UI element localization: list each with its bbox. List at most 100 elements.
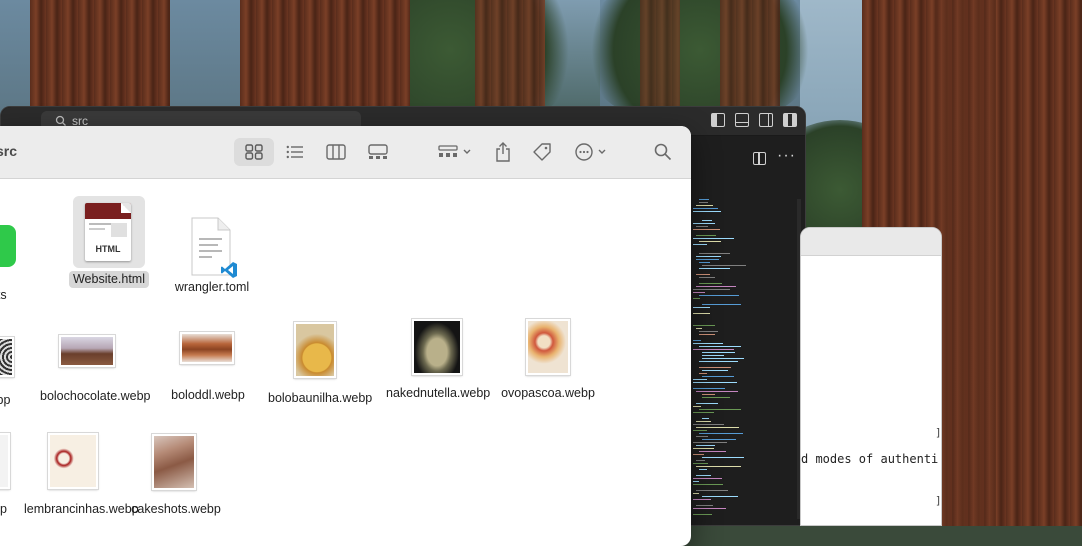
minimap-line [693, 325, 715, 326]
minimap-line [699, 346, 741, 347]
toggle-secondary-sidebar-icon[interactable] [759, 113, 773, 127]
minimap-line [699, 199, 709, 200]
minimap-line [693, 223, 715, 224]
minimap-line [702, 457, 744, 458]
minimap-line [693, 244, 707, 245]
minimap-line [699, 283, 722, 284]
minimap-line [693, 289, 730, 290]
minimap-line [699, 253, 730, 254]
column-view-icon [326, 144, 346, 160]
toggle-panel-icon[interactable] [735, 113, 749, 127]
minimap-line [693, 388, 725, 389]
file-name: boloddl.webp [171, 388, 245, 402]
html-badge: HTML [95, 244, 121, 254]
terminal-body[interactable]: ] d modes of authenti ] [801, 256, 941, 525]
search-button[interactable] [652, 138, 674, 166]
more-actions-button[interactable] [574, 138, 610, 166]
minimap-line [693, 442, 727, 443]
minimap-line [693, 313, 710, 314]
editor-minimap[interactable] [691, 199, 791, 519]
minimap-line [699, 241, 721, 242]
minimap-line [699, 469, 707, 470]
image-thumbnail [59, 335, 115, 367]
gallery-view-button[interactable] [365, 138, 391, 166]
list-view-button[interactable] [282, 138, 308, 166]
minimap-line [693, 514, 712, 515]
minimap-line [693, 463, 708, 464]
bracket-text: ] [935, 494, 942, 507]
minimap-line [696, 391, 738, 392]
image-thumbnail [0, 337, 14, 377]
minimap-line [699, 433, 743, 434]
file-name: op [0, 502, 7, 516]
minimap-line [702, 439, 736, 440]
minimap-line [702, 496, 738, 497]
minimap-line [693, 493, 699, 494]
window-title: src [0, 143, 18, 159]
toggle-primary-sidebar-icon[interactable] [711, 113, 725, 127]
image-thumbnail [48, 433, 98, 489]
minimap-line [699, 373, 707, 374]
minimap-line [696, 436, 708, 437]
minimap-line [693, 349, 734, 350]
terminal-window: ] d modes of authenti ] [800, 227, 942, 526]
minimap-line [699, 268, 730, 269]
minimap-line [696, 274, 710, 275]
icon-view-icon [245, 144, 263, 160]
image-thumbnail [526, 319, 570, 375]
minimap-line [693, 448, 714, 449]
file-name: .ts [0, 288, 7, 302]
share-button[interactable] [493, 138, 513, 166]
image-thumbnail [412, 319, 462, 375]
more-actions-icon[interactable]: ··· [777, 147, 796, 165]
minimap-line [702, 358, 744, 359]
finder-toolbar: src [0, 126, 691, 179]
minimap-line [699, 331, 718, 332]
share-icon [496, 142, 510, 162]
minimap-line [702, 352, 735, 353]
editor-tab-actions: ··· [691, 145, 805, 173]
minimap-line [696, 490, 728, 491]
minimap-line [702, 265, 746, 266]
minimap-line [693, 424, 724, 425]
minimap-line [693, 499, 711, 500]
app-icon [0, 225, 16, 267]
minimap-line [699, 334, 715, 335]
minimap-line [696, 328, 702, 329]
minimap-line [693, 481, 699, 482]
split-editor-icon[interactable] [753, 152, 766, 165]
finder-window: src .ts [0, 126, 691, 546]
minimap-line [702, 397, 730, 398]
minimap-line [702, 370, 728, 371]
minimap-line [699, 202, 708, 203]
minimap-line [696, 427, 739, 428]
minimap-line [693, 508, 726, 509]
minimap-line [696, 205, 713, 206]
column-view-button[interactable] [323, 138, 349, 166]
minimap-line [693, 343, 723, 344]
minimap-line [696, 259, 719, 260]
image-thumbnail [294, 322, 336, 378]
file-name: nakednutella.webp [386, 386, 491, 400]
layout-controls [711, 113, 797, 127]
tag-button[interactable] [531, 138, 553, 166]
search-icon [654, 143, 672, 161]
minimap-line [693, 340, 701, 341]
icon-view-button[interactable] [234, 138, 274, 166]
terminal-titlebar[interactable] [801, 228, 941, 256]
customize-layout-icon[interactable] [783, 113, 797, 127]
minimap-line [702, 220, 712, 221]
group-by-button[interactable] [436, 138, 476, 166]
toml-document-icon [188, 217, 237, 278]
file-name: bolobaunilha.webp [268, 391, 373, 405]
gallery-view-icon [368, 144, 388, 159]
minimap-line [696, 421, 711, 422]
file-name: ebp [0, 393, 11, 407]
minimap-line [693, 238, 734, 239]
tag-icon [533, 143, 551, 161]
minimap-line [696, 256, 721, 257]
minimap-line [693, 379, 707, 380]
minimap-line [696, 505, 713, 506]
minimap-line [696, 466, 741, 467]
minimap-line [702, 355, 724, 356]
